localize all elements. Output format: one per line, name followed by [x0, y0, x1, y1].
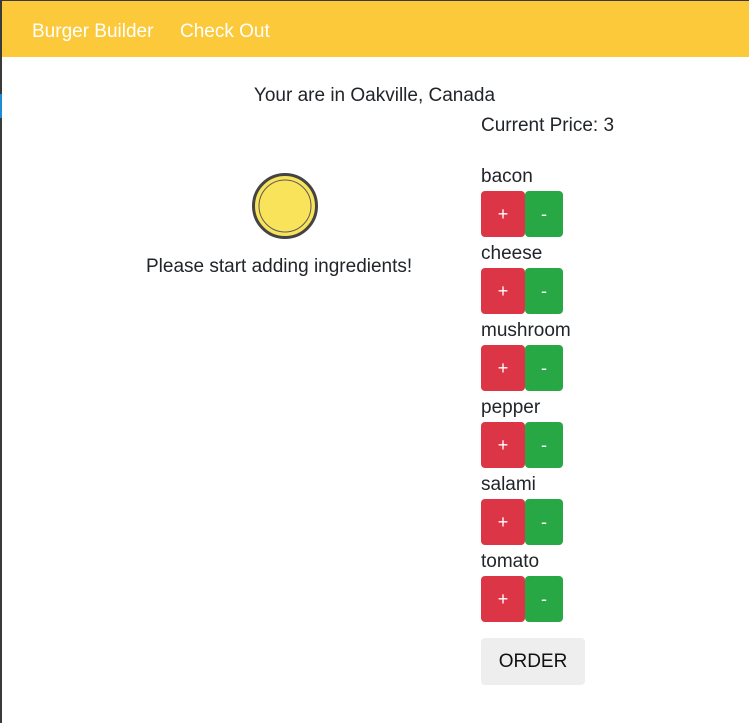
add-salami-button[interactable]: +	[481, 499, 525, 545]
ingredient-label: mushroom	[481, 320, 571, 341]
add-tomato-button[interactable]: +	[481, 576, 525, 622]
nav-checkout-link[interactable]: Check Out	[180, 21, 270, 43]
current-price: Current Price: 3	[481, 115, 615, 136]
app-window: Burger Builder Check Out Your are in Oak…	[0, 0, 749, 723]
ingredient-control-mushroom: mushroom + -	[481, 320, 591, 397]
ingredient-control-bacon: bacon + -	[481, 166, 591, 243]
order-button[interactable]: ORDER	[481, 638, 585, 685]
add-pepper-button[interactable]: +	[481, 422, 525, 468]
ingredient-label: salami	[481, 474, 536, 495]
remove-bacon-button[interactable]: -	[525, 191, 563, 237]
ingredient-control-pepper: pepper + -	[481, 397, 591, 474]
ingredient-label: cheese	[481, 243, 543, 264]
remove-tomato-button[interactable]: -	[525, 576, 563, 622]
burger-bun-icon	[252, 173, 318, 239]
remove-salami-button[interactable]: -	[525, 499, 563, 545]
remove-cheese-button[interactable]: -	[525, 268, 563, 314]
nav-burger-builder-link[interactable]: Burger Builder	[32, 21, 153, 43]
add-cheese-button[interactable]: +	[481, 268, 525, 314]
ingredient-label: tomato	[481, 551, 540, 572]
remove-pepper-button[interactable]: -	[525, 422, 563, 468]
navbar: Burger Builder Check Out	[2, 0, 749, 57]
remove-mushroom-button[interactable]: -	[525, 345, 563, 391]
add-bacon-button[interactable]: +	[481, 191, 525, 237]
window-edge	[0, 118, 2, 723]
location-text: Your are in Oakville, Canada	[253, 85, 496, 106]
ingredient-label: bacon	[481, 166, 533, 187]
ingredient-control-tomato: tomato + -	[481, 551, 591, 628]
ingredient-control-cheese: cheese + -	[481, 243, 591, 320]
add-mushroom-button[interactable]: +	[481, 345, 525, 391]
ingredient-control-salami: salami + -	[481, 474, 591, 551]
ingredient-label: pepper	[481, 397, 541, 418]
empty-burger-message: Please start adding ingredients!	[146, 256, 413, 277]
